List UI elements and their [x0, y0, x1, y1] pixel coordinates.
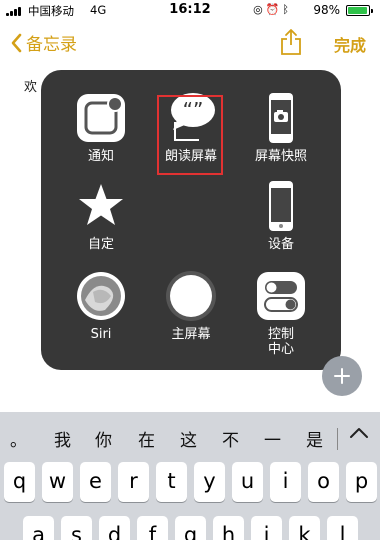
key-f[interactable]: f: [137, 516, 168, 540]
nav-bar: 备忘录 完成: [0, 22, 380, 66]
key-t[interactable]: t: [156, 462, 187, 502]
key-u[interactable]: u: [232, 462, 263, 502]
candidate-divider: [337, 428, 338, 450]
key-y[interactable]: y: [194, 462, 225, 502]
candidate-word[interactable]: 我: [54, 426, 71, 451]
candidate-word[interactable]: 。: [10, 426, 27, 451]
battery-icon: [346, 5, 373, 16]
screenshot-icon: [255, 92, 307, 144]
key-s[interactable]: s: [61, 516, 92, 540]
key-d[interactable]: d: [99, 516, 130, 540]
siri-icon: [75, 270, 127, 322]
menu-item-label: 控制 中心: [267, 327, 294, 357]
control-center-icon: [255, 270, 307, 322]
menu-item-device[interactable]: 设备: [236, 180, 326, 252]
keyboard: 。 我 你 在 这 不 一 是 q w e r t y u i o p a s …: [0, 412, 380, 540]
notification-icon: [75, 92, 127, 144]
candidate-bar: 。 我 你 在 这 不 一 是: [0, 412, 380, 456]
add-button[interactable]: [322, 356, 362, 396]
battery-percent: 98%: [313, 3, 340, 17]
menu-item-home[interactable]: 主屏幕: [146, 270, 236, 342]
key-p[interactable]: p: [346, 462, 377, 502]
key-o[interactable]: o: [308, 462, 339, 502]
candidate-word[interactable]: 一: [264, 426, 281, 451]
menu-item-screenshot[interactable]: 屏幕快照: [236, 92, 326, 164]
menu-item-label: Siri: [90, 327, 112, 342]
menu-item-label: 自定: [87, 237, 114, 252]
key-r[interactable]: r: [118, 462, 149, 502]
menu-item-siri[interactable]: Siri: [56, 270, 146, 342]
bluetooth-icon: ᛒ: [282, 3, 292, 16]
candidate-word[interactable]: 你: [95, 426, 112, 451]
back-button[interactable]: 备忘录: [10, 30, 77, 55]
key-j[interactable]: j: [251, 516, 282, 540]
candidate-word[interactable]: 是: [306, 426, 334, 451]
key-h[interactable]: h: [213, 516, 244, 540]
key-w[interactable]: w: [42, 462, 73, 502]
home-icon: [165, 270, 217, 322]
menu-item-control-center[interactable]: 控制 中心: [236, 270, 326, 357]
star-icon: [75, 180, 127, 232]
rotation-lock-icon: ◎: [253, 3, 266, 16]
menu-item-notification[interactable]: 通知: [56, 92, 146, 164]
key-q[interactable]: q: [4, 462, 35, 502]
candidate-word[interactable]: 在: [138, 426, 155, 451]
menu-item-label: 通知: [87, 149, 114, 164]
menu-item-label: 设备: [267, 237, 294, 252]
key-g[interactable]: g: [175, 516, 206, 540]
key-k[interactable]: k: [289, 516, 320, 540]
share-icon[interactable]: [280, 28, 302, 56]
status-bar: 中国移动 4G 16:12 ◎⏰ᛒ 98%: [0, 0, 380, 22]
key-i[interactable]: i: [270, 462, 301, 502]
highlight-box: [157, 95, 223, 175]
menu-item-custom[interactable]: 自定: [56, 180, 146, 252]
back-label: 备忘录: [26, 35, 77, 55]
key-a[interactable]: a: [23, 516, 54, 540]
chevron-up-icon[interactable]: [346, 424, 372, 444]
candidate-word[interactable]: 不: [222, 426, 239, 451]
menu-item-label: 主屏幕: [171, 327, 211, 342]
device-icon: [255, 180, 307, 232]
alarm-icon: ⏰: [265, 3, 283, 16]
chevron-left-icon: [11, 33, 22, 52]
key-e[interactable]: e: [80, 462, 111, 502]
done-button[interactable]: 完成: [334, 32, 366, 56]
candidate-word[interactable]: 这: [180, 426, 197, 451]
menu-item-label: 屏幕快照: [254, 149, 307, 164]
key-l[interactable]: l: [327, 516, 358, 540]
note-text[interactable]: 欢: [24, 76, 37, 95]
